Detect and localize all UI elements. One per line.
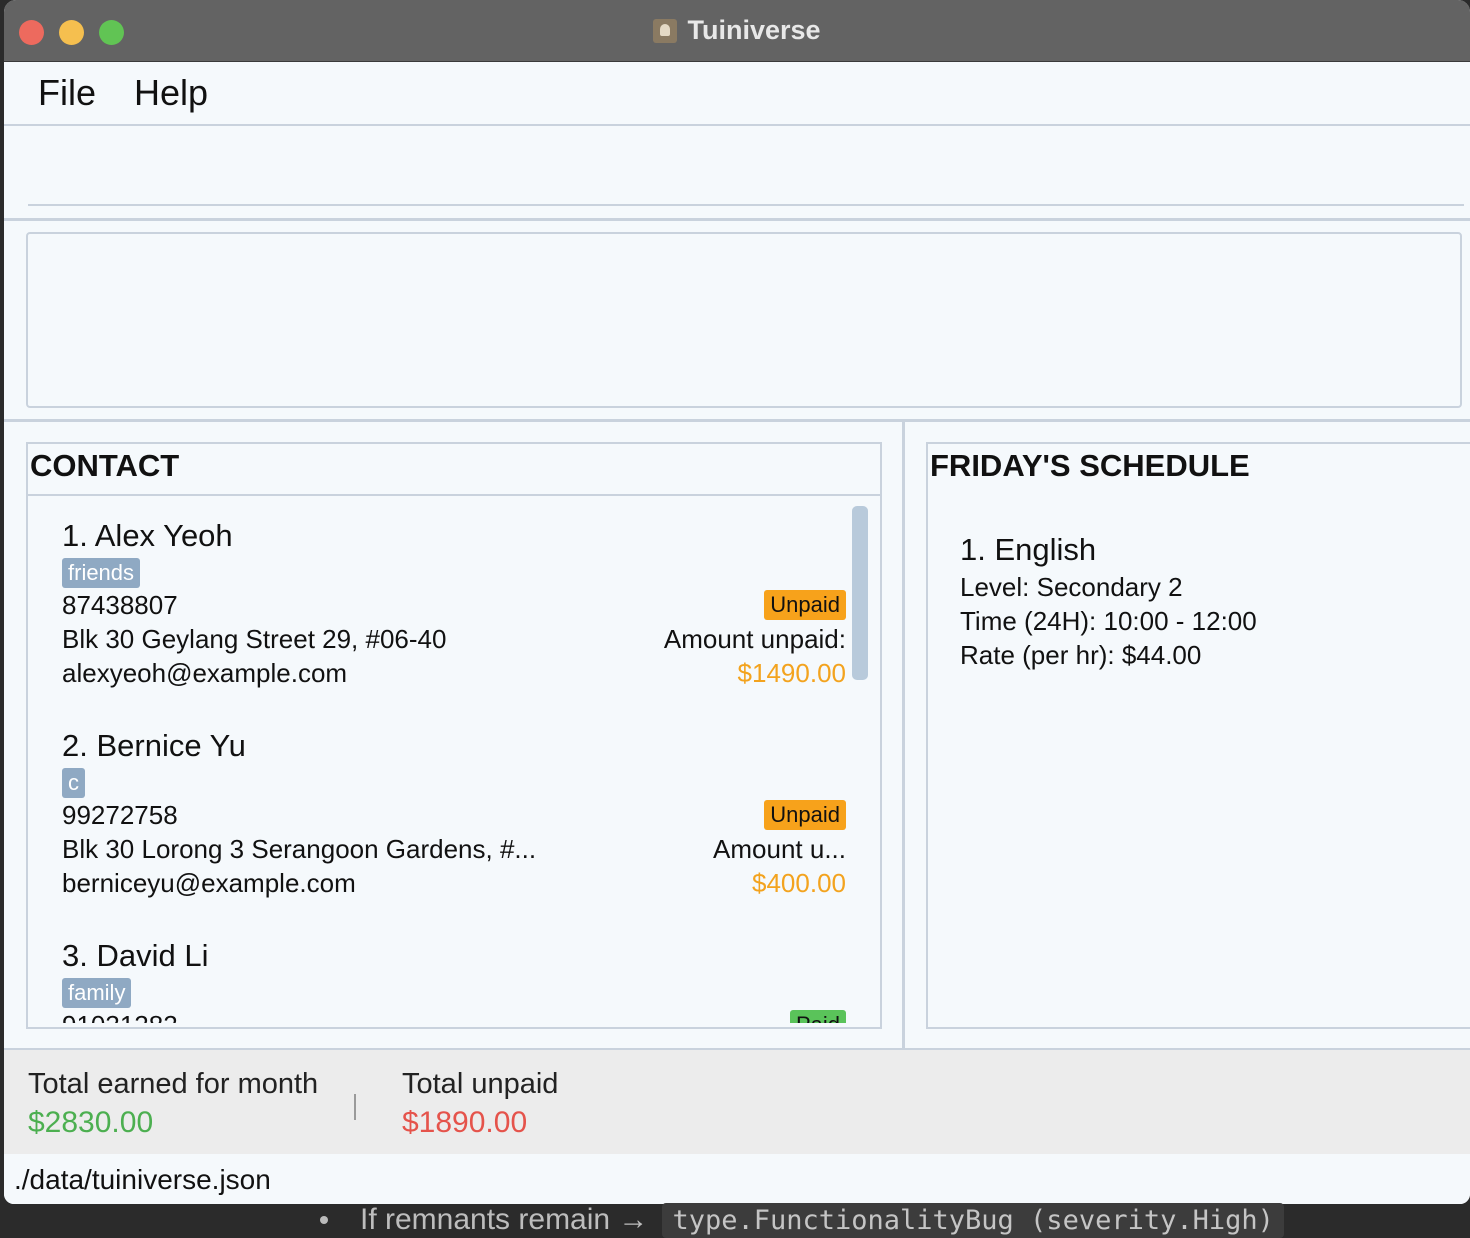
contact-phone: 91031282	[62, 1010, 178, 1023]
bullet-icon	[320, 1216, 328, 1224]
result-display-area	[4, 221, 1470, 422]
contact-name: 2. Bernice Yu	[62, 728, 246, 763]
title-bar: Tuiniverse	[4, 0, 1470, 62]
lesson-title: 1. English	[960, 532, 1097, 567]
command-box	[4, 126, 1470, 221]
command-input[interactable]	[28, 136, 1464, 202]
schedule-header: FRIDAY'S SCHEDULE	[930, 448, 1250, 483]
total-unpaid-value: $1890.00	[402, 1106, 528, 1139]
contact-phone: 87438807	[62, 590, 178, 620]
command-underline	[28, 204, 1464, 206]
amount-unpaid-label: Amount u...	[713, 834, 846, 864]
status-bar: ./data/tuiniverse.json	[4, 1154, 1470, 1204]
window-title: Tuiniverse	[687, 15, 821, 45]
amount-unpaid-label: Amount unpaid:	[663, 624, 846, 654]
contact-scrollbar[interactable]	[850, 504, 870, 1023]
app-window: Tuiniverse File Help CONTACT 1. Alex Yeo…	[4, 0, 1470, 1204]
scrollbar-thumb[interactable]	[852, 506, 868, 680]
contact-email: berniceyu@example.com	[62, 868, 356, 898]
stats-separator	[354, 1094, 356, 1120]
contact-tag: family	[62, 978, 132, 1008]
payment-status-badge: Unpaid	[764, 800, 846, 830]
contacts-app-icon	[653, 18, 678, 43]
total-earned-label: Total earned for month	[28, 1068, 319, 1100]
note-code: type.FunctionalityBug (severity.High)	[662, 1202, 1284, 1238]
lesson-time: Time (24H): 10:00 - 12:00	[960, 606, 1257, 636]
result-display	[26, 232, 1462, 408]
amount-unpaid-value: $400.00	[752, 868, 846, 898]
title-group: Tuiniverse	[4, 0, 1470, 61]
amount-unpaid-value: $1490.00	[737, 658, 846, 688]
contact-card[interactable]: 1. Alex Yeoh friends 87438807 Blk 30 Gey…	[30, 496, 846, 706]
schedule-panel: FRIDAY'S SCHEDULE 1. English Level: Seco…	[926, 442, 1470, 1029]
contact-name: 3. David Li	[62, 938, 209, 973]
menu-help[interactable]: Help	[134, 72, 208, 114]
background-note: If remnants remain → type.FunctionalityB…	[320, 1202, 1284, 1238]
total-earned-value: $2830.00	[28, 1106, 154, 1139]
contact-email: alexyeoh@example.com	[62, 658, 348, 688]
contact-tag: friends	[62, 558, 141, 588]
lesson-rate: Rate (per hr): $44.00	[960, 640, 1202, 670]
contact-address: Blk 30 Lorong 3 Serangoon Gardens, #...	[62, 834, 537, 864]
stats-bar: Total earned for month $2830.00 Total un…	[4, 1048, 1470, 1154]
contact-list[interactable]: 1. Alex Yeoh friends 87438807 Blk 30 Gey…	[30, 496, 876, 1023]
lesson-level: Level: Secondary 2	[960, 572, 1183, 602]
contact-name: 1. Alex Yeoh	[62, 518, 233, 553]
total-unpaid-label: Total unpaid	[402, 1068, 559, 1100]
payment-status-badge: Unpaid	[764, 590, 846, 620]
menu-file[interactable]: File	[38, 72, 96, 114]
contact-card[interactable]: 3. David Li family 91031282 Paid	[30, 916, 846, 1023]
payment-status-badge: Paid	[789, 1010, 846, 1023]
contact-phone: 99272758	[62, 800, 178, 830]
contact-panel: CONTACT 1. Alex Yeoh friends 87438807 Bl…	[26, 442, 882, 1029]
note-text: If remnants remain →	[360, 1203, 649, 1236]
data-file-path: ./data/tuiniverse.json	[14, 1164, 271, 1195]
menu-bar: File Help	[4, 62, 1470, 126]
split-divider[interactable]	[902, 422, 905, 1048]
contact-tag: c	[62, 768, 85, 798]
contact-card[interactable]: 2. Bernice Yu c 99272758 Blk 30 Lorong 3…	[30, 706, 846, 916]
contact-address: Blk 30 Geylang Street 29, #06-40	[62, 624, 447, 654]
contact-header: CONTACT	[28, 444, 880, 496]
